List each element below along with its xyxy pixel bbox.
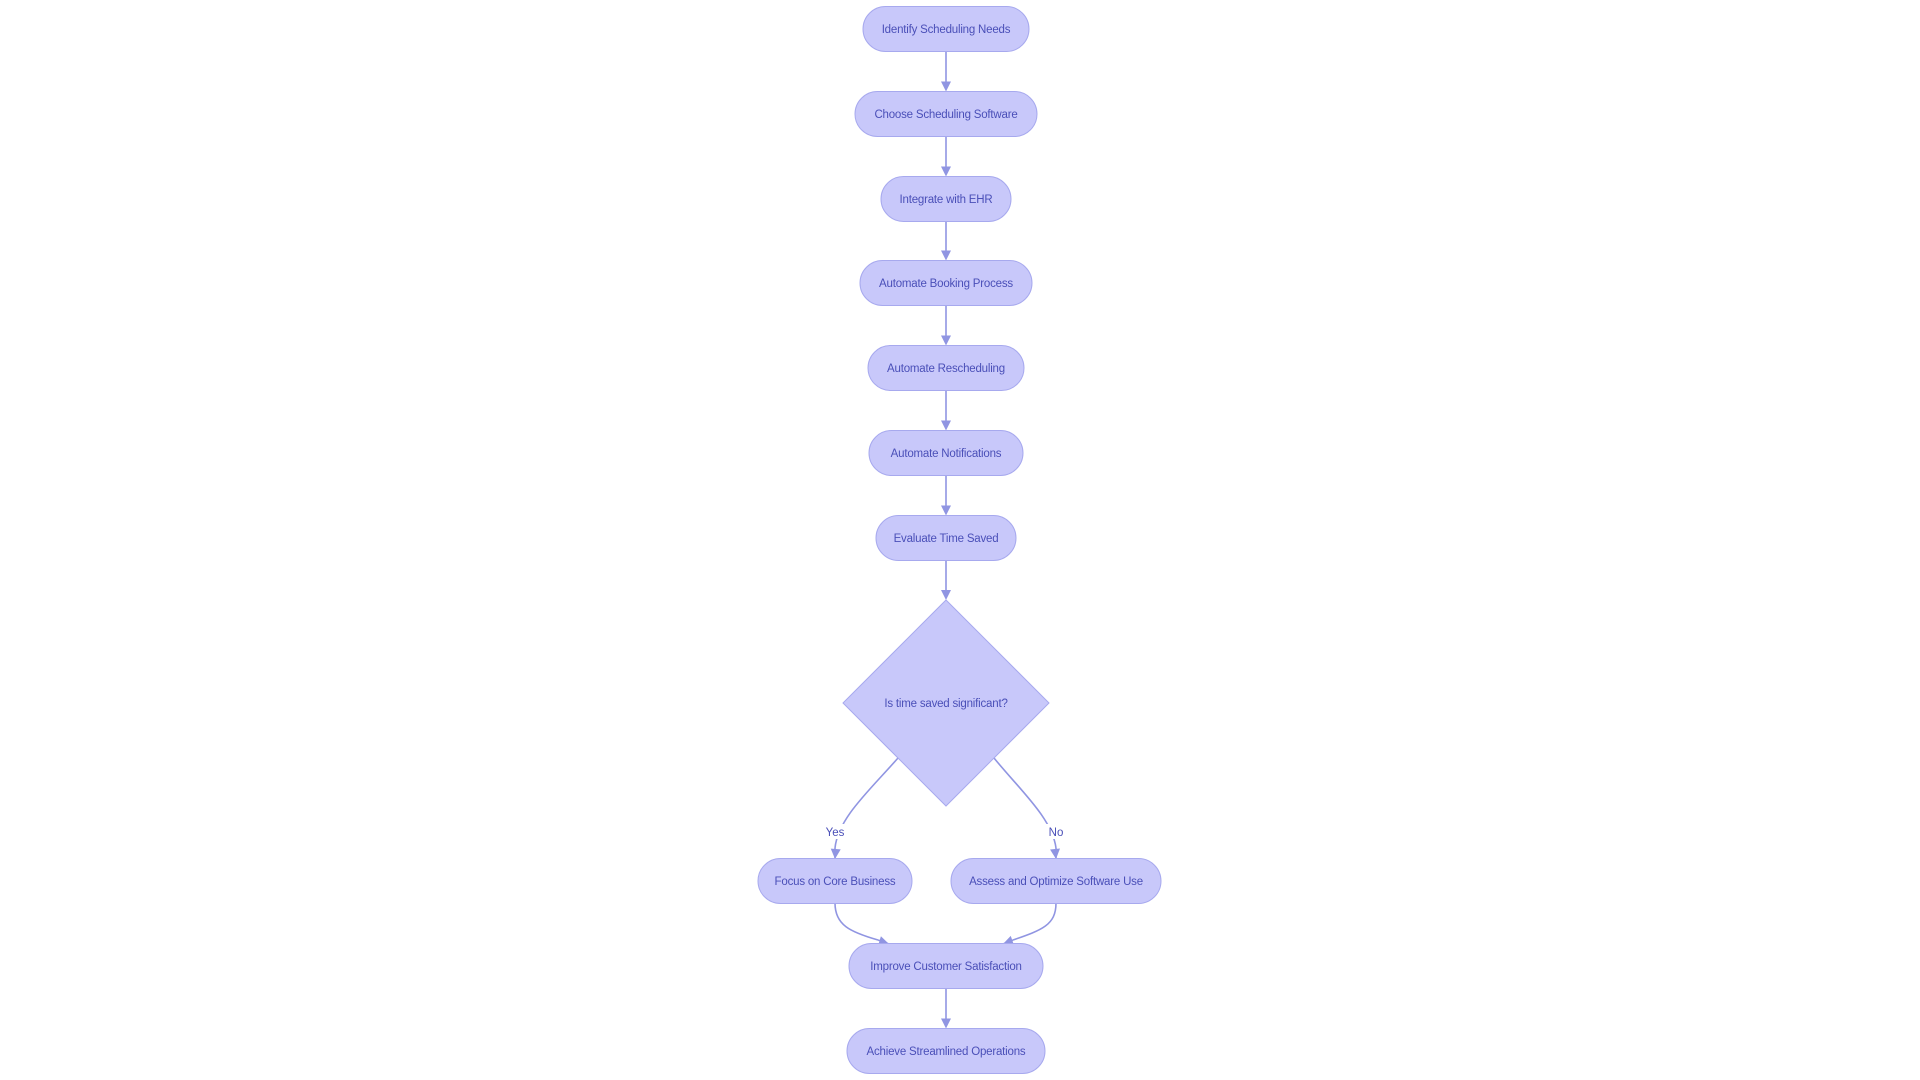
node-label: Choose Scheduling Software bbox=[874, 109, 1017, 121]
arrowhead-icon bbox=[830, 848, 841, 859]
node-label: Improve Customer Satisfaction bbox=[870, 961, 1021, 973]
edge-label-yes: Yes bbox=[826, 827, 845, 839]
arrowhead-icon bbox=[941, 1018, 951, 1029]
arrowhead-icon bbox=[941, 166, 951, 177]
edge-line bbox=[1012, 902, 1057, 941]
nodes-layer: Identify Scheduling Needs Choose Scheduli… bbox=[757, 6, 1162, 1074]
edge-identify-to-choose bbox=[941, 51, 951, 92]
node-label: Automate Booking Process bbox=[879, 278, 1013, 290]
node-focus[interactable]: Focus on Core Business bbox=[757, 858, 913, 904]
arrowhead-icon bbox=[941, 590, 951, 600]
node-label: Assess and Optimize Software Use bbox=[969, 876, 1143, 888]
edge-decision-to-focus bbox=[830, 757, 899, 859]
arrowhead-icon bbox=[1050, 848, 1061, 859]
edge-integrate-to-booking bbox=[941, 221, 951, 261]
node-label: Automate Rescheduling bbox=[887, 363, 1005, 375]
edge-decision-to-assess bbox=[993, 757, 1061, 859]
node-identify[interactable]: Identify Scheduling Needs bbox=[862, 6, 1030, 52]
flowchart-diagram: Identify Scheduling Needs Choose Scheduli… bbox=[757, 6, 1162, 1074]
node-label: Focus on Core Business bbox=[775, 876, 896, 888]
node-notify[interactable]: Automate Notifications bbox=[868, 430, 1024, 476]
edge-improve-to-achieve bbox=[941, 988, 951, 1029]
edge-label-no: No bbox=[1049, 827, 1064, 839]
node-choose[interactable]: Choose Scheduling Software bbox=[854, 91, 1038, 137]
arrowhead-icon bbox=[941, 250, 951, 261]
node-label: Automate Notifications bbox=[891, 448, 1002, 460]
edge-focus-to-improve bbox=[834, 902, 890, 946]
node-integrate[interactable]: Integrate with EHR bbox=[880, 176, 1012, 222]
node-booking[interactable]: Automate Booking Process bbox=[859, 260, 1033, 306]
edge-labels-layer: Yes No bbox=[825, 824, 1066, 839]
edge-reschedule-to-notify bbox=[941, 390, 951, 431]
node-label: Evaluate Time Saved bbox=[894, 533, 999, 545]
node-evaluate[interactable]: Evaluate Time Saved bbox=[875, 515, 1017, 561]
edge-choose-to-integrate bbox=[941, 136, 951, 177]
node-label: Identify Scheduling Needs bbox=[882, 24, 1011, 36]
node-reschedule[interactable]: Automate Rescheduling bbox=[867, 345, 1025, 391]
arrowhead-icon bbox=[941, 81, 951, 92]
node-improve[interactable]: Improve Customer Satisfaction bbox=[848, 943, 1044, 989]
edge-booking-to-reschedule bbox=[941, 305, 951, 346]
node-achieve[interactable]: Achieve Streamlined Operations bbox=[846, 1028, 1046, 1074]
edge-assess-to-improve bbox=[1002, 902, 1057, 946]
edge-notify-to-evaluate bbox=[941, 475, 951, 516]
arrowhead-icon bbox=[941, 420, 951, 431]
arrowhead-icon bbox=[941, 505, 951, 516]
edge-line bbox=[834, 902, 879, 941]
arrowhead-icon bbox=[941, 335, 951, 346]
node-label: Is time saved significant? bbox=[884, 698, 1007, 710]
node-label: Integrate with EHR bbox=[900, 194, 993, 206]
node-assess[interactable]: Assess and Optimize Software Use bbox=[950, 858, 1162, 904]
edge-evaluate-to-decision bbox=[941, 560, 951, 600]
node-label: Achieve Streamlined Operations bbox=[867, 1046, 1026, 1058]
node-decision[interactable]: Is time saved significant? bbox=[842, 599, 1050, 807]
